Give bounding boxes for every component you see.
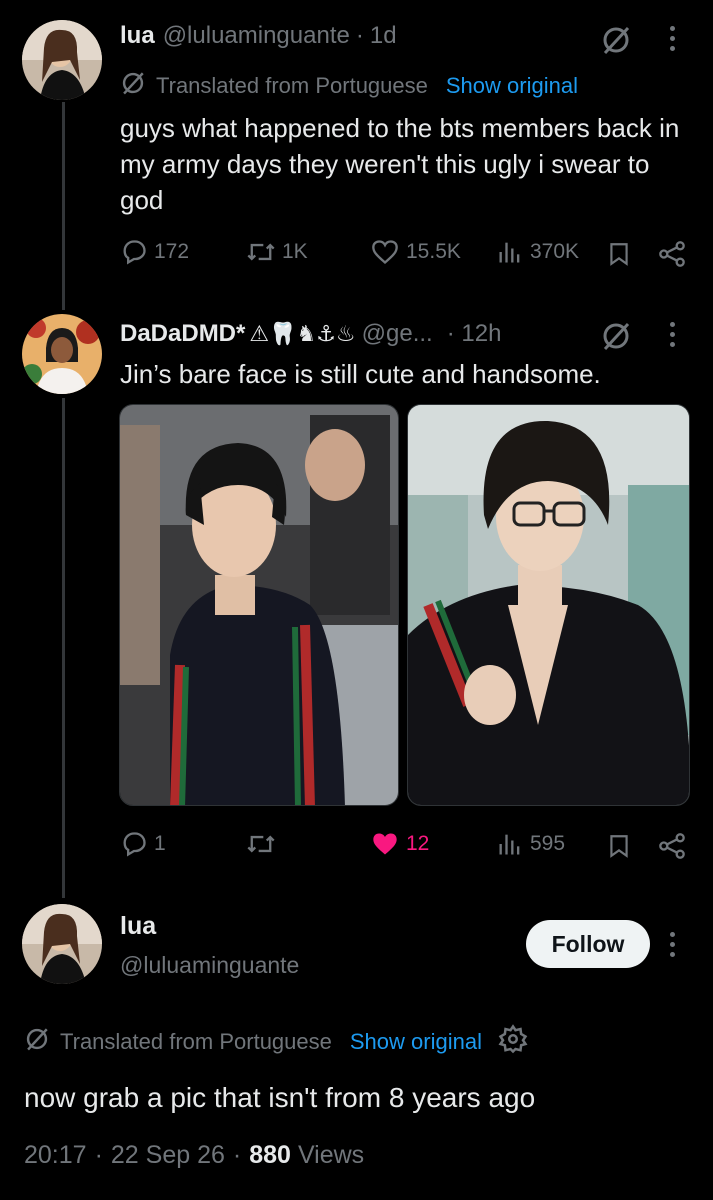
repost-icon	[247, 835, 275, 853]
share-icon[interactable]	[656, 240, 688, 273]
reply-button[interactable]: 172	[120, 238, 189, 266]
translated-label: Translated from Portuguese	[60, 1029, 332, 1054]
author-handle[interactable]: @luluaminguante	[163, 22, 350, 50]
tweet-text: now grab a pic that isn't from 8 years a…	[24, 1082, 536, 1113]
repost-button[interactable]: 1K	[246, 238, 308, 266]
author-handle[interactable]: @luluaminguante	[120, 952, 299, 979]
translate-icon	[120, 70, 146, 102]
tweet-photo-1[interactable]	[119, 404, 399, 806]
more-icon[interactable]	[670, 26, 675, 51]
more-icon[interactable]	[670, 322, 675, 347]
follow-button[interactable]: Follow	[526, 920, 650, 968]
tweet-text: Jin’s bare face is still cute and handso…	[120, 359, 601, 389]
more-icon[interactable]	[670, 932, 675, 957]
thread-line-top	[62, 102, 65, 310]
author-name[interactable]: DaDaDMD*	[120, 320, 245, 348]
share-icon[interactable]	[656, 832, 688, 865]
views-icon	[499, 834, 520, 855]
bookmark-icon[interactable]	[606, 832, 632, 865]
separator: ·	[94, 1141, 103, 1169]
reply-icon	[123, 240, 146, 265]
grok-icon[interactable]	[600, 320, 632, 357]
author-name[interactable]: lua	[120, 912, 156, 941]
author-emojis: ⚠🦷♞⚓♨	[249, 321, 356, 347]
show-original-link[interactable]: Show original	[446, 73, 578, 99]
bookmark-icon[interactable]	[606, 240, 632, 273]
avatar[interactable]	[22, 904, 102, 984]
like-count: 15.5K	[406, 240, 461, 263]
grok-icon[interactable]	[600, 24, 632, 61]
reply-button[interactable]: 1	[120, 830, 166, 858]
views-label: Views	[297, 1141, 365, 1169]
tweet-text: guys what happened to the bts members ba…	[120, 113, 680, 215]
like-button[interactable]: 15.5K	[370, 238, 461, 266]
tweet-time[interactable]: 1d	[370, 22, 397, 50]
translate-icon	[24, 1026, 50, 1058]
repost-icon	[247, 243, 275, 261]
author-name[interactable]: lua	[120, 22, 155, 50]
repost-button[interactable]	[246, 830, 282, 858]
avatar[interactable]	[22, 20, 102, 100]
views-button[interactable]: 595	[496, 830, 565, 858]
separator: ·	[355, 22, 364, 49]
views-icon	[499, 242, 520, 263]
thread-line-middle	[62, 398, 65, 898]
views-count: 595	[530, 832, 566, 855]
like-count: 12	[406, 832, 430, 855]
translated-label: Translated from Portuguese	[156, 73, 428, 98]
separator: ·	[232, 1141, 242, 1169]
views-count: 880	[249, 1141, 291, 1169]
reply-icon	[123, 832, 146, 857]
tweet-time[interactable]: · 12h	[447, 320, 502, 348]
like-button[interactable]: 12	[370, 830, 429, 858]
avatar[interactable]	[22, 314, 102, 394]
tweet-timestamp[interactable]: 20:17	[24, 1141, 87, 1170]
like-icon	[372, 240, 398, 265]
tweet-date[interactable]: 22 Sep 26	[111, 1141, 225, 1170]
reply-count: 1	[154, 832, 166, 855]
views-count: 370K	[530, 240, 580, 263]
settings-icon[interactable]	[498, 1024, 528, 1060]
repost-count: 1K	[282, 240, 308, 263]
tweet-photo-2[interactable]	[407, 404, 690, 806]
show-original-link[interactable]: Show original	[350, 1029, 482, 1055]
like-icon	[373, 833, 397, 855]
reply-count: 172	[154, 240, 190, 263]
views-button[interactable]: 370K	[496, 238, 579, 266]
author-handle[interactable]: @ge...	[362, 320, 433, 348]
